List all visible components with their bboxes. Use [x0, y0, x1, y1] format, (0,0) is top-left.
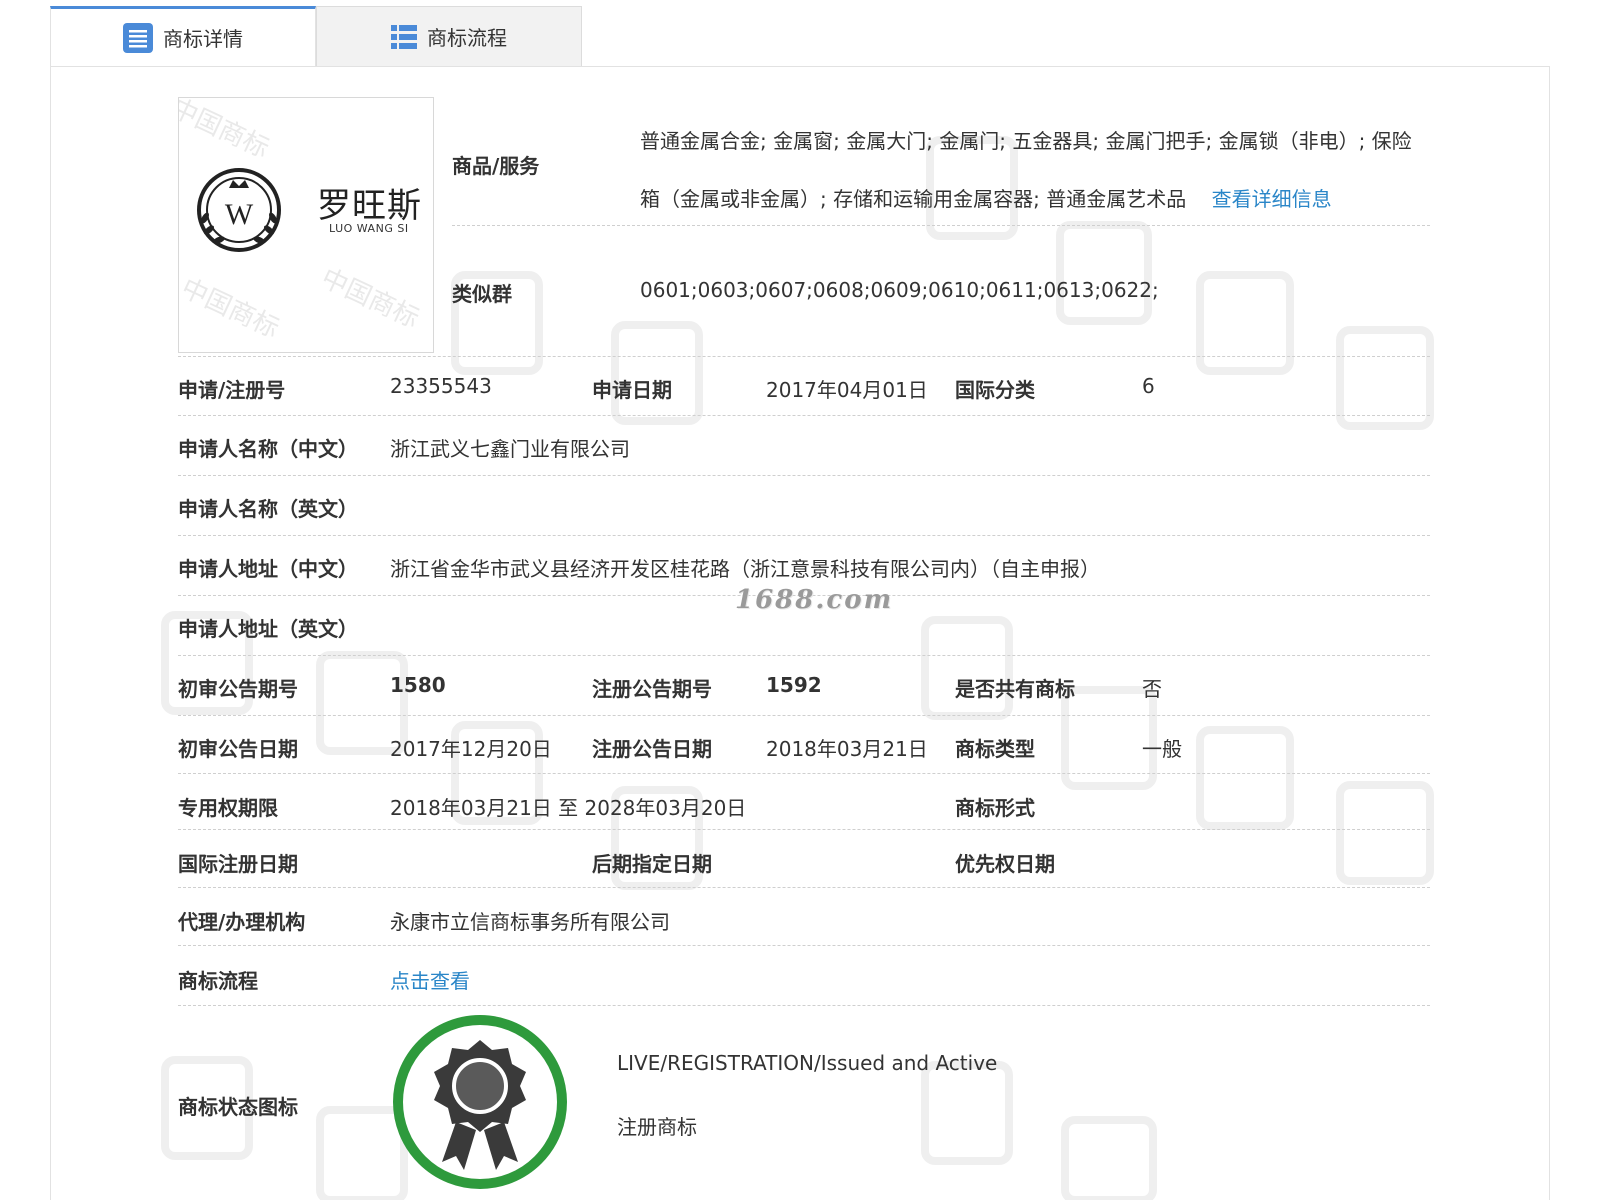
similar-group-value: 0601;0603;0607;0608;0609;0610;0611;0613;…	[640, 278, 1159, 302]
view-details-link[interactable]: 查看详细信息	[1212, 187, 1332, 211]
later-date-label: 后期指定日期	[592, 852, 712, 876]
document-list-icon	[123, 22, 153, 53]
divider	[452, 225, 1430, 226]
applicant-en-label: 申请人名称（英文）	[178, 497, 358, 521]
divider	[178, 655, 1430, 656]
status-cn-value: 注册商标	[617, 1115, 697, 1139]
tab-trademark-details[interactable]: 商标详情	[50, 6, 316, 66]
divider	[178, 887, 1430, 888]
divider	[178, 773, 1430, 774]
view-flow-link[interactable]: 点击查看	[390, 965, 470, 994]
shared-label: 是否共有商标	[955, 677, 1075, 701]
status-en-value: LIVE/REGISTRATION/Issued and Active	[617, 1051, 998, 1075]
agency-label: 代理/办理机构	[178, 910, 306, 934]
goods-list: 普通金属合金; 金属窗; 金属大门; 金属门; 五金器具; 金属门把手; 金属锁…	[640, 112, 1430, 228]
trademark-image: 中国商标 中国商标 中国商标 W 罗旺斯 LUO WANG SI	[178, 97, 434, 353]
prelim-date-value: 2017年12月20日	[390, 737, 552, 761]
address-en-label: 申请人地址（英文）	[178, 617, 358, 641]
list-view-icon	[391, 24, 417, 49]
logo-watermark: 中国商标	[178, 273, 284, 345]
laurel-emblem-icon: W	[197, 168, 281, 252]
flow-label: 商标流程	[178, 969, 258, 993]
tm-type-value: 一般	[1142, 737, 1182, 761]
status-label: 商标状态图标	[178, 1095, 298, 1119]
reg-pub-date-label: 注册公告日期	[592, 737, 712, 761]
apply-date-label: 申请日期	[592, 378, 672, 402]
address-cn-value: 浙江省金华市武义县经济开发区桂花路（浙江意景科技有限公司内）（自主申报）	[390, 557, 1100, 581]
registered-award-icon	[393, 1015, 567, 1189]
goods-label: 商品/服务	[452, 154, 540, 178]
apply-date-value: 2017年04月01日	[766, 378, 928, 402]
divider	[178, 829, 1430, 830]
prelim-no-value: 1580	[390, 673, 446, 697]
site-watermark: 1688.com	[735, 585, 894, 615]
prelim-no-label: 初审公告期号	[178, 677, 298, 701]
exclusive-value: 2018年03月21日 至 2028年03月20日	[390, 796, 747, 820]
logo-watermark: 中国商标	[316, 263, 424, 335]
exclusive-label: 专用权期限	[178, 796, 278, 820]
tab-bar: 商标详情 商标流程	[50, 6, 582, 66]
logo-watermark: 中国商标	[178, 97, 274, 165]
prelim-date-label: 初审公告日期	[178, 737, 298, 761]
divider	[178, 1005, 1430, 1006]
intl-class-label: 国际分类	[955, 378, 1035, 402]
agency-value: 永康市立信商标事务所有限公司	[390, 910, 670, 934]
intl-reg-date-label: 国际注册日期	[178, 852, 298, 876]
divider	[178, 356, 1430, 357]
emblem-letter: W	[225, 198, 254, 231]
tab-label: 商标详情	[163, 27, 243, 51]
tm-form-label: 商标形式	[955, 796, 1035, 820]
address-cn-label: 申请人地址（中文）	[178, 557, 358, 581]
divider	[178, 535, 1430, 536]
similar-group-label: 类似群	[452, 282, 512, 306]
divider	[178, 415, 1430, 416]
divider	[178, 945, 1430, 946]
shared-value: 否	[1142, 677, 1162, 701]
tab-trademark-flow[interactable]: 商标流程	[316, 6, 582, 66]
reg-no-label: 申请/注册号	[178, 378, 286, 402]
priority-date-label: 优先权日期	[955, 852, 1055, 876]
reg-no-value: 23355543	[390, 374, 492, 398]
tm-type-label: 商标类型	[955, 737, 1035, 761]
tab-label: 商标流程	[427, 26, 507, 50]
logo-english-name: LUO WANG SI	[329, 222, 409, 235]
intl-class-value: 6	[1142, 374, 1155, 398]
divider	[178, 715, 1430, 716]
reg-pub-no-value: 1592	[766, 673, 822, 697]
applicant-cn-label: 申请人名称（中文）	[178, 437, 358, 461]
logo-chinese-name: 罗旺斯	[317, 186, 422, 226]
applicant-cn-value: 浙江武义七鑫门业有限公司	[390, 437, 630, 461]
reg-pub-no-label: 注册公告期号	[592, 677, 712, 701]
reg-pub-date-value: 2018年03月21日	[766, 737, 928, 761]
divider	[178, 475, 1430, 476]
